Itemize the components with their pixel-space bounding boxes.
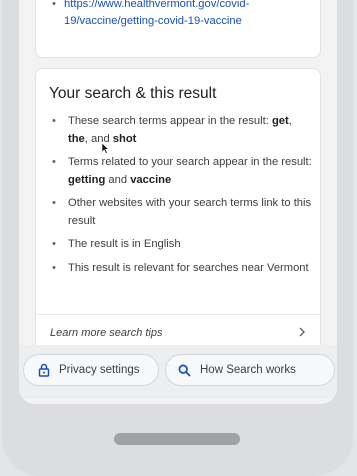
phone-screen: • https://www.healthvermont.gov/covid-19… <box>19 0 337 404</box>
bullet-dot: • <box>52 156 56 168</box>
reason-text: These search terms appear in the result: <box>68 115 272 127</box>
learn-more-label: Learn more search tips <box>50 327 163 339</box>
matched-term: getting <box>68 173 106 186</box>
result-link[interactable]: https://www.healthvermont.gov/covid-19/v… <box>64 0 249 27</box>
chevron-right-icon <box>298 326 306 340</box>
bullet-dot: • <box>52 238 56 250</box>
search-result-info-card: Your search & this result • These search … <box>35 68 321 352</box>
how-search-works-label: How Search works <box>200 364 296 376</box>
privacy-settings-label: Privacy settings <box>59 364 140 376</box>
result-reason-item: • This result is relevant for searches ne… <box>50 260 312 278</box>
bullet-dot: • <box>52 261 56 274</box>
result-reason-item: • These search terms appear in the result… <box>50 113 312 148</box>
bullet-dot: • <box>52 0 56 10</box>
result-reason-item: • Terms related to your search appear in … <box>50 154 312 189</box>
result-link-row: • https://www.healthvermont.gov/covid-19… <box>52 0 322 30</box>
bullet-dot: • <box>52 115 56 127</box>
matched-term: shot <box>112 132 137 145</box>
reason-text: , <box>288 115 292 127</box>
how-search-works-button[interactable]: How Search works <box>165 354 335 386</box>
home-indicator[interactable] <box>114 433 240 445</box>
result-reasons-list: • These search terms appear in the result… <box>50 113 312 283</box>
phone-frame: • https://www.healthvermont.gov/covid-19… <box>2 0 353 476</box>
result-reason-item: • Other websites with your search terms l… <box>50 195 312 230</box>
reason-text: and <box>105 173 131 186</box>
previous-result-card: • https://www.healthvermont.gov/covid-19… <box>35 0 321 58</box>
mouse-cursor-icon <box>101 141 110 159</box>
lock-icon <box>38 363 50 377</box>
matched-term: vaccine <box>130 173 172 186</box>
reason-text: Other websites with your search terms li… <box>68 197 312 227</box>
reason-text: The result is in English <box>68 238 181 250</box>
privacy-settings-button[interactable]: Privacy settings <box>23 354 159 386</box>
result-reason-item: • The result is in English <box>50 236 312 254</box>
matched-term: get <box>271 115 289 127</box>
reason-text: This result is relevant for searches nea… <box>68 261 309 274</box>
matched-term: the <box>68 132 85 145</box>
bullet-dot: • <box>52 197 56 209</box>
search-icon <box>178 364 191 377</box>
bottom-action-bar: Privacy settings How Search works <box>19 345 337 399</box>
card-title: Your search & this result <box>49 85 217 102</box>
